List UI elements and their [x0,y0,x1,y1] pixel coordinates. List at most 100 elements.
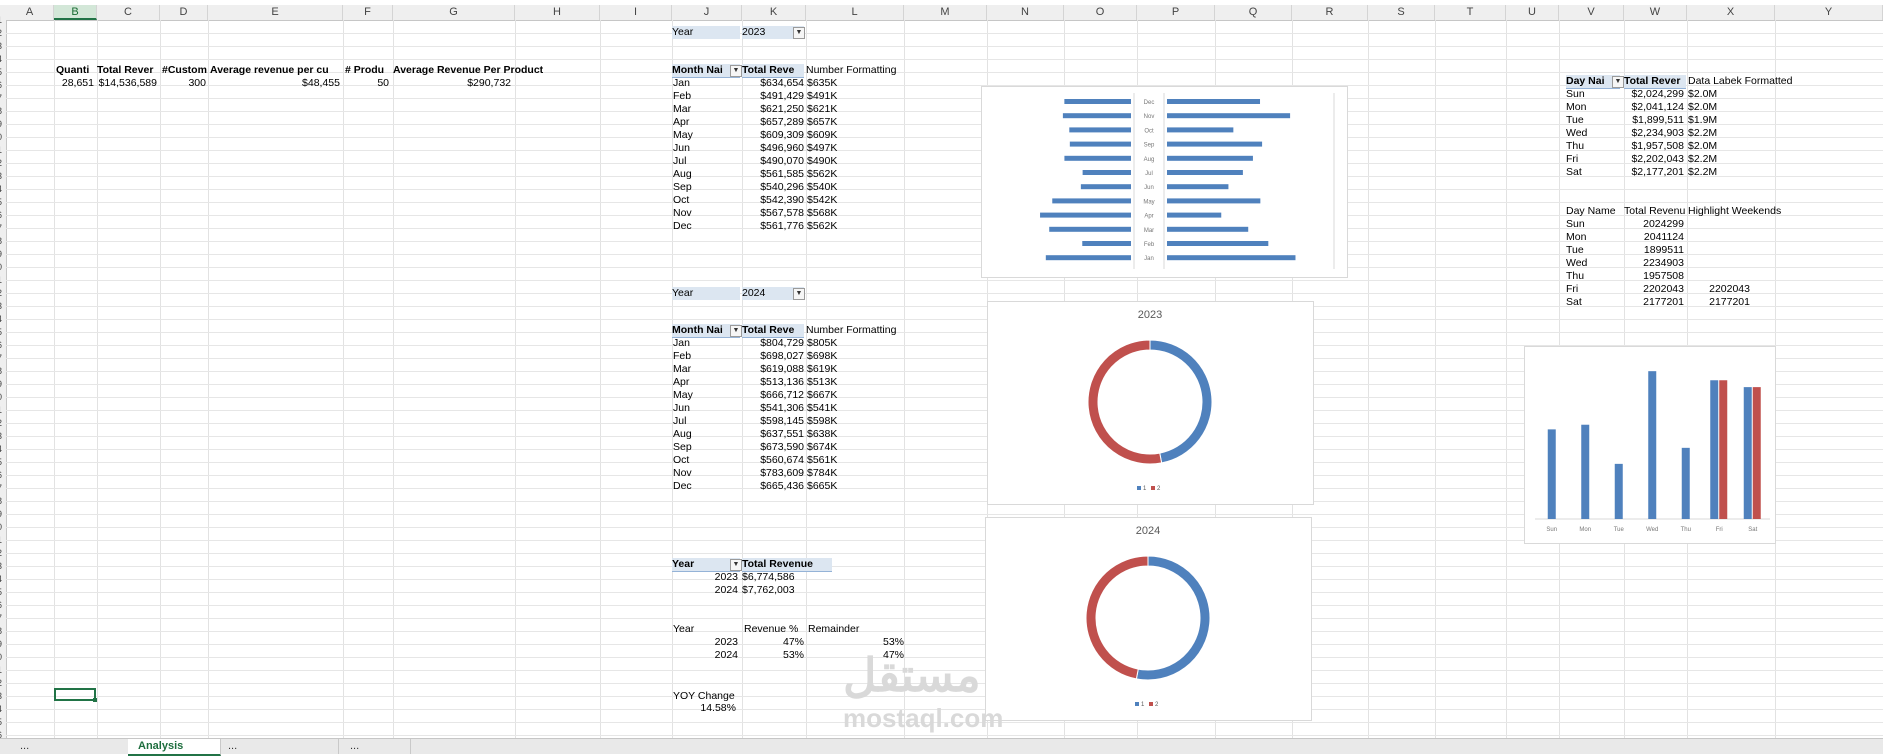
gridline [6,332,1883,333]
column-header[interactable]: K [742,5,806,20]
table-row-label: Mon [1566,231,1587,243]
pivot-row-value: $804,729 [760,337,804,349]
bar-left [1082,170,1131,175]
gridline [904,20,905,740]
pivot-row-formatted: $619K [807,363,838,375]
column-header[interactable]: X [1687,5,1775,20]
legend-label: 1 [1143,486,1147,492]
kpi-header: Total Rever [97,64,154,76]
dropdown-icon[interactable]: ▼ [1612,76,1624,88]
column-header[interactable]: S [1368,5,1435,20]
doughnut-slice [1085,555,1149,680]
pivot-row-value: $561,585 [760,168,804,180]
gridline [6,735,1883,736]
pivot-row-formatted: $562K [807,168,838,180]
legend-swatch [1137,486,1141,490]
pivot-row-label: Sat [1566,166,1582,178]
dropdown-icon[interactable]: ▼ [730,325,742,337]
gridline [6,618,1883,619]
category-label: Wed [1646,527,1658,533]
legend-swatch [1151,486,1155,490]
sheet-tab[interactable]: ... [10,739,131,754]
pivot-row-label: Dec [673,480,692,492]
pivot-row-formatted: $667K [807,389,838,401]
pivot-row-value: $541,306 [760,402,804,414]
row-header[interactable]: 1 [0,14,6,27]
dropdown-icon[interactable]: ▼ [730,559,742,571]
category-label: Fri [1716,527,1723,533]
pivot-row-value: $598,145 [760,415,804,427]
bar-right [1167,113,1291,119]
column-header[interactable]: C [97,5,160,20]
gridline [6,553,1883,554]
pivot-row-value: $621,250 [760,103,804,115]
kpi-header: Average revenue per cu [210,64,329,76]
column-header[interactable]: J [672,5,742,20]
column-header[interactable]: E [208,5,343,20]
pivot-row-label: Jul [673,155,687,167]
pivot-row-formatted: $562K [807,220,838,232]
pivot-row-value: $513,136 [760,376,804,388]
filter-icon[interactable]: ▼ [793,288,805,300]
bar-left [1040,212,1131,218]
table-row-value: 2041124 [1643,231,1684,243]
column-header[interactable]: T [1435,5,1506,20]
fill-handle[interactable] [93,698,97,702]
doughnut-2023-chart[interactable]: 2023 1 2 [987,301,1314,505]
column-header[interactable]: B [54,5,97,20]
weekday-bar-chart[interactable]: Sun Mon Tue Wed Thu Fri Sat [1524,346,1776,544]
pivot-row-formatted: $2.2M [1688,166,1718,178]
column-header[interactable]: D [160,5,208,20]
table-row-value: 1957508 [1643,270,1684,282]
category-label: Nov [1144,114,1155,120]
category-label: Jul [1145,171,1153,177]
pivot-row-formatted: $2.0M [1688,140,1718,152]
category-label: Sat [1748,527,1757,533]
table-row-year: 2023 [714,636,738,648]
gridline [6,33,1883,34]
column-header[interactable]: U [1506,5,1559,20]
column-header[interactable]: W [1624,5,1687,20]
column-header[interactable]: R [1292,5,1368,20]
table-row-highlight [1688,231,1750,244]
column-header[interactable]: A [6,5,54,20]
pivot-row-formatted: $542K [807,194,838,206]
category-label: Apr [1144,214,1153,220]
column-header[interactable]: V [1559,5,1624,20]
column-header[interactable]: F [343,5,393,20]
category-label: Jun [1144,185,1154,191]
doughnut-2024-chart[interactable]: 2024 1 2 [985,517,1312,721]
gridline [1368,20,1369,740]
column-header[interactable]: O [1064,5,1137,20]
gridline [6,605,1883,606]
column-header[interactable]: N [987,5,1064,20]
bar-right [1167,141,1263,147]
category-label: Oct [1144,128,1154,134]
column-header[interactable]: I [600,5,672,20]
column-header[interactable]: M [904,5,987,20]
watermark-logo-arabic: مستقل [843,649,981,701]
sheet-tab[interactable]: ... [218,739,339,754]
column-header[interactable]: Q [1215,5,1292,20]
gridline [6,579,1883,580]
butterfly-chart-svg: Dec Nov Oct Sep Aug Jul Jun May Apr Mar Feb Jan [1040,93,1335,269]
pivot-row-value: $619,088 [760,363,804,375]
butterfly-chart[interactable]: Dec Nov Oct Sep Aug Jul Jun May Apr Mar Feb Jan [981,86,1348,278]
pivot-row-value: $783,609 [760,467,804,479]
column-header[interactable]: H [515,5,600,20]
dropdown-icon[interactable]: ▼ [730,65,742,77]
table-col-header: Highlight Weekends [1688,205,1782,217]
column-header[interactable]: L [806,5,904,20]
pivot-row-formatted: $1.9M [1688,114,1718,126]
column-header[interactable]: P [1137,5,1215,20]
filter-icon[interactable]: ▼ [793,27,805,39]
selected-cell[interactable] [54,688,96,701]
category-label: Jan [1144,256,1154,262]
column-header[interactable]: Y [1775,5,1883,20]
sheet-tab-analysis[interactable]: Analysis [128,739,221,756]
gridline [1506,20,1507,740]
pivot-col-header: Total Reve [742,64,804,78]
column-header[interactable]: G [393,5,515,20]
gridline [343,20,344,740]
sheet-tab[interactable]: ... [340,739,411,754]
